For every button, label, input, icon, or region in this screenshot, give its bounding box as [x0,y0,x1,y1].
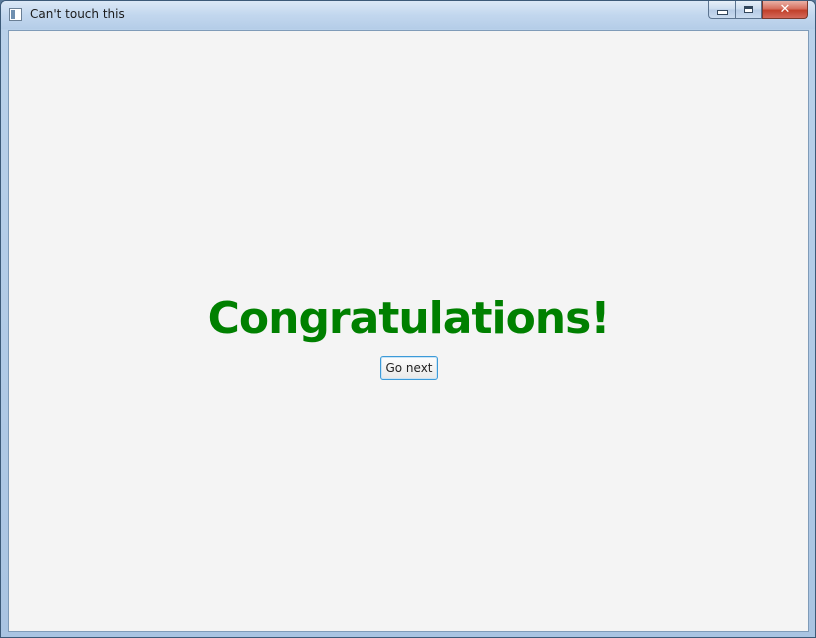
close-icon: ✕ [779,2,791,17]
maximize-icon [744,6,753,13]
application-window: Can't touch this ✕ Congratulations! Go n… [0,0,816,638]
minimize-icon [716,10,728,15]
congratulations-heading: Congratulations! [207,293,611,344]
caption-buttons: ✕ [708,1,808,20]
go-next-button[interactable]: Go next [380,356,438,380]
title-bar[interactable]: Can't touch this ✕ [1,1,815,29]
close-button[interactable]: ✕ [762,1,808,19]
window-title: Can't touch this [30,7,125,21]
window-content: Congratulations! Go next [8,30,809,632]
minimize-button[interactable] [708,1,735,19]
app-window-icon[interactable] [9,8,22,21]
maximize-button[interactable] [735,1,762,19]
